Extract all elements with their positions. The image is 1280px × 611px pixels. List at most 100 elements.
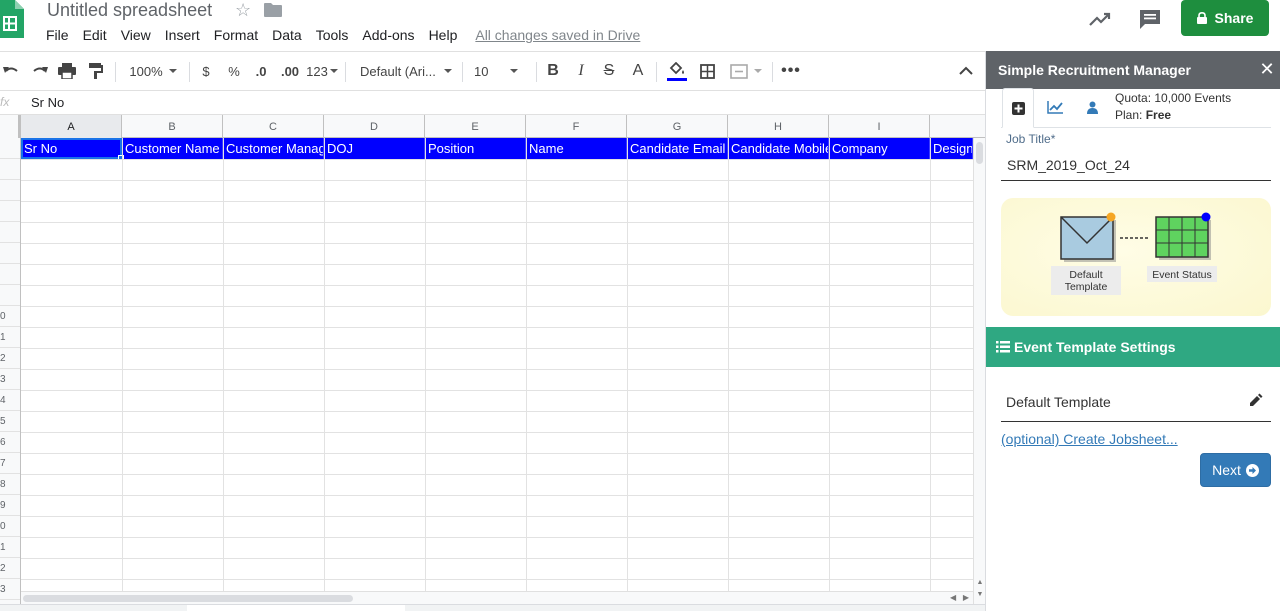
vertical-scrollbar[interactable]: ▲ ▼ [973,138,985,611]
row-header[interactable]: 9 [0,495,20,516]
close-icon[interactable]: ✕ [1257,59,1277,79]
font-family-select[interactable]: Default (Ari... [360,52,454,90]
header-cell[interactable]: Candidate Mobile [728,138,829,159]
column-header[interactable]: A [21,115,122,138]
decrease-decimal-button[interactable]: .0 [250,52,272,90]
header-cell[interactable]: Company [829,138,930,159]
table-grid-icon[interactable] [1155,216,1211,260]
template-row[interactable]: Default Template [1001,384,1271,422]
column-header[interactable]: E [425,115,526,138]
menu-format[interactable]: Format [214,26,258,44]
fill-color-button[interactable] [666,52,688,90]
header-cell[interactable]: Designation [930,138,973,159]
row-header[interactable] [0,285,20,306]
undo-icon[interactable] [0,52,22,90]
create-jobsheet-link[interactable]: (optional) Create Jobsheet... [1001,431,1178,447]
column-header[interactable] [930,115,985,138]
redo-icon[interactable] [29,52,51,90]
row-header[interactable] [0,243,20,264]
row-header[interactable] [0,264,20,285]
row-header[interactable]: 7 [0,453,20,474]
text-color-button[interactable]: A [628,52,648,90]
menu-tools[interactable]: Tools [316,26,349,44]
menu-help[interactable]: Help [429,26,458,44]
currency-format-button[interactable]: $ [196,52,216,90]
column-header[interactable]: G [627,115,728,138]
column-header[interactable]: D [324,115,425,138]
menu-file[interactable]: File [46,26,69,44]
scroll-up-icon[interactable]: ▲ [976,578,984,588]
horizontal-scrollbar[interactable]: ◀ ▶ [21,591,973,604]
row-header[interactable]: 0 [0,516,20,537]
header-cell[interactable]: Customer Manager [223,138,324,159]
column-header[interactable]: H [728,115,829,138]
row-header[interactable] [0,201,20,222]
tab-user[interactable] [1076,88,1108,127]
zoom-select[interactable]: 100% [124,52,182,90]
row-header[interactable]: 2 [0,558,20,579]
row-header[interactable]: 6 [0,432,20,453]
vertical-scroll-thumb[interactable] [976,142,983,164]
cell-area[interactable]: Sr NoCustomer NameCustomer ManagerDOJPos… [21,138,973,601]
row-header[interactable]: 3 [0,369,20,390]
row-header[interactable]: 1 [0,537,20,558]
column-header[interactable]: I [829,115,930,138]
fill-handle[interactable] [118,155,124,161]
sheets-logo-icon[interactable] [0,0,24,38]
folder-icon[interactable] [264,3,282,17]
share-button[interactable]: Share [1181,0,1269,36]
pencil-icon[interactable] [1247,393,1263,409]
percent-format-button[interactable]: % [224,52,244,90]
merge-cells-icon[interactable] [726,52,766,90]
font-size-select[interactable]: 10 [474,52,528,90]
italic-button[interactable]: I [571,52,591,90]
select-all-corner[interactable] [0,115,21,138]
number-format-select[interactable]: 123 [306,52,338,90]
row-header[interactable]: 1 [0,327,20,348]
header-cell[interactable]: Position [425,138,526,159]
row-header[interactable] [0,138,20,159]
trending-up-icon[interactable] [1088,8,1112,30]
row-header[interactable]: 4 [0,390,20,411]
column-header[interactable]: F [526,115,627,138]
sheet-tab[interactable] [187,605,405,611]
increase-decimal-button[interactable]: .00 [277,52,303,90]
column-header[interactable]: C [223,115,324,138]
header-cell[interactable]: DOJ [324,138,425,159]
header-cell[interactable]: Name [526,138,627,159]
tab-analytics[interactable] [1039,88,1071,127]
comment-icon[interactable] [1138,8,1162,30]
row-header[interactable] [0,222,20,243]
tab-add[interactable] [1002,88,1034,128]
row-header[interactable]: 5 [0,411,20,432]
row-header[interactable]: 3 [0,579,20,600]
more-options-icon[interactable]: ••• [780,52,802,90]
row-header[interactable]: 8 [0,474,20,495]
scroll-down-icon[interactable]: ▼ [976,590,984,600]
borders-icon[interactable] [697,52,717,90]
horizontal-scroll-thumb[interactable] [23,595,353,602]
saved-status-link[interactable]: All changes saved in Drive [475,26,640,44]
menu-addons[interactable]: Add-ons [362,26,414,44]
document-title[interactable]: Untitled spreadsheet [47,0,212,20]
row-header[interactable] [0,159,20,180]
bold-button[interactable]: B [543,52,563,90]
next-button[interactable]: Next [1200,453,1271,487]
paint-format-icon[interactable] [85,52,107,90]
job-title-input[interactable] [1001,149,1271,181]
row-header[interactable]: 2 [0,348,20,369]
print-icon[interactable] [56,52,78,90]
settings-section-header[interactable]: Event Template Settings [986,327,1280,367]
row-header[interactable]: 0 [0,306,20,327]
header-cell[interactable]: Candidate Email [627,138,728,159]
row-header[interactable] [0,180,20,201]
column-header[interactable]: B [122,115,223,138]
formula-input[interactable]: Sr No [31,95,64,110]
menu-insert[interactable]: Insert [165,26,200,44]
star-icon[interactable]: ☆ [235,0,251,20]
menu-edit[interactable]: Edit [83,26,107,44]
header-cell[interactable]: Customer Name [122,138,223,159]
horizontal-scroll-arrows[interactable]: ◀ ▶ [950,592,969,604]
menu-view[interactable]: View [121,26,151,44]
collapse-menu-icon[interactable] [955,52,977,90]
